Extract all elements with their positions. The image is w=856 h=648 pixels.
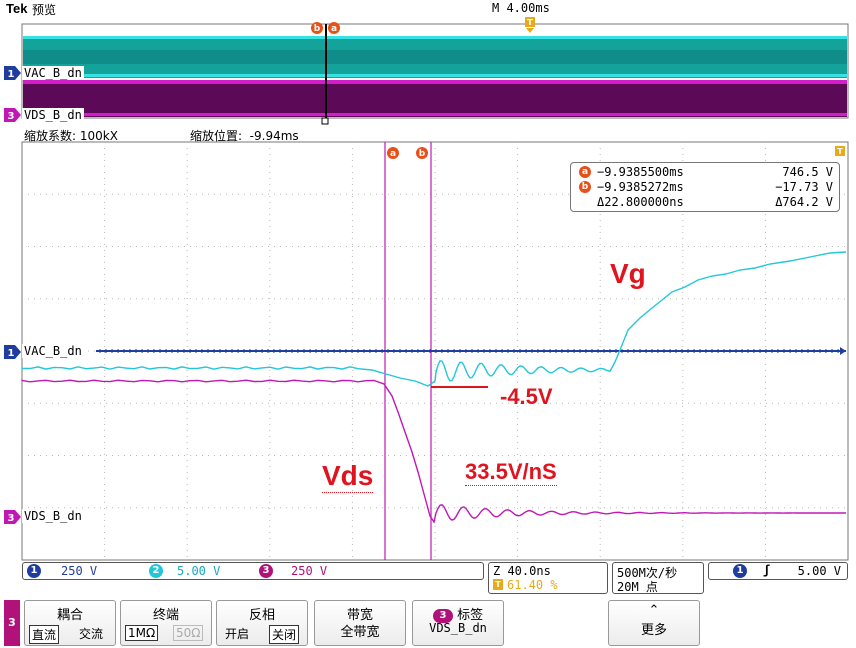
- cursor-delta-readout-row: Δ22.800000ns Δ764.2 V: [579, 195, 833, 210]
- cursor-a-time: −9.9385500ms: [597, 165, 684, 179]
- more-arrow-icon: ⌃: [648, 603, 660, 618]
- horizontal-readout[interactable]: Z 40.0ns T 61.40 %: [488, 562, 608, 594]
- termination-title: 终端: [152, 608, 179, 623]
- svg-text:3: 3: [8, 513, 15, 524]
- label-button[interactable]: 3 标签 VDS_B_dn: [412, 600, 504, 646]
- vg-annotation: Vg: [610, 258, 646, 289]
- more-title: 更多: [640, 623, 667, 638]
- ch2-scale: 5.00 V: [177, 564, 221, 578]
- cursor-a-readout-row: a −9.9385500ms 746.5 V: [579, 165, 833, 180]
- invert-off-option[interactable]: 关闭: [269, 625, 300, 644]
- cursor-a-marker-letter: a: [390, 149, 396, 159]
- coupling-dc-option[interactable]: 直流: [29, 625, 60, 644]
- svg-text:1: 1: [8, 348, 15, 359]
- negative-voltage-annotation: -4.5V: [500, 384, 553, 409]
- cursor-b-readout-row: b −9.9385272ms −17.73 V: [579, 180, 833, 195]
- ch3-scale: 250 V: [291, 564, 328, 578]
- coupling-ac-option[interactable]: 交流: [77, 625, 105, 642]
- ch1-marker-main[interactable]: 1: [4, 344, 22, 360]
- status-bar: 1 250 V 2 5.00 V 3 250 V Z 40.0ns T 61.4…: [22, 562, 848, 596]
- label-value: VDS_B_dn: [429, 621, 487, 635]
- main-graticule: a b T: [21, 141, 849, 561]
- cursor-b-value: −17.73 V: [775, 180, 833, 194]
- main-trigger-letter: T: [837, 147, 843, 156]
- cursor-a-value: 746.5 V: [782, 165, 833, 179]
- zoom-time-scale: Z 40.0ns: [493, 564, 551, 578]
- termination-50ohm-option[interactable]: 50Ω: [173, 625, 204, 641]
- channel-scale-strip: 1 250 V 2 5.00 V 3 250 V: [22, 562, 484, 580]
- coupling-button[interactable]: 耦合 直流 交流: [24, 600, 116, 646]
- cursor-b-readout-icon: b: [579, 181, 591, 193]
- ch3-marker-main[interactable]: 3: [4, 509, 22, 525]
- ch2-scale-badge[interactable]: 2: [149, 564, 163, 578]
- ch1-label-main: VAC_B_dn: [22, 344, 84, 358]
- acquisition-readout[interactable]: 500M次/秒 20M 点: [612, 562, 704, 594]
- cursor-readout-box: a −9.9385500ms 746.5 V b −9.9385272ms −1…: [570, 162, 840, 212]
- trigger-slope-icon: ʃ: [763, 563, 771, 577]
- trigger-position-icon: T: [493, 579, 503, 590]
- ch3-label-main: VDS_B_dn: [22, 509, 84, 523]
- cursor-a-readout-icon: a: [579, 166, 591, 178]
- trigger-level: 5.00 V: [797, 564, 841, 578]
- channel-menu-tab[interactable]: 3: [4, 600, 20, 646]
- ch1-scale: 250 V: [61, 564, 98, 578]
- ch3-scale-badge[interactable]: 3: [259, 564, 273, 578]
- bandwidth-value: 全带宽: [340, 625, 380, 640]
- cursor-b-time: −9.9385272ms: [597, 180, 684, 194]
- trigger-readout[interactable]: 1 ʃ 5.00 V: [708, 562, 848, 580]
- slew-rate-annotation: 33.5V/nS: [465, 459, 557, 486]
- cursor-delta-time: Δ22.800000ns: [597, 195, 684, 209]
- bandwidth-button[interactable]: 带宽 全带宽: [314, 600, 406, 646]
- termination-button[interactable]: 终端 1MΩ 50Ω: [120, 600, 212, 646]
- invert-title: 反相: [248, 608, 275, 623]
- coupling-title: 耦合: [56, 608, 83, 623]
- trigger-position: 61.40 %: [507, 578, 558, 592]
- cursor-b-marker-letter: b: [419, 149, 426, 159]
- record-length: 20M 点: [617, 580, 658, 594]
- invert-on-option[interactable]: 开启: [223, 625, 251, 642]
- more-button[interactable]: ⌃ 更多: [608, 600, 700, 646]
- termination-1mohm-option[interactable]: 1MΩ: [125, 625, 159, 641]
- oscilloscope-screen: Tek 预览 M 4.00ms b a T 1 VAC_B_dn 3 VDS_B…: [0, 0, 856, 648]
- invert-button[interactable]: 反相 开启 关闭: [216, 600, 308, 646]
- ch1-scale-badge[interactable]: 1: [27, 564, 41, 578]
- cursor-delta-value: Δ764.2 V: [775, 195, 833, 209]
- vds-annotation: Vds: [322, 460, 374, 493]
- trigger-channel-badge: 1: [733, 564, 747, 578]
